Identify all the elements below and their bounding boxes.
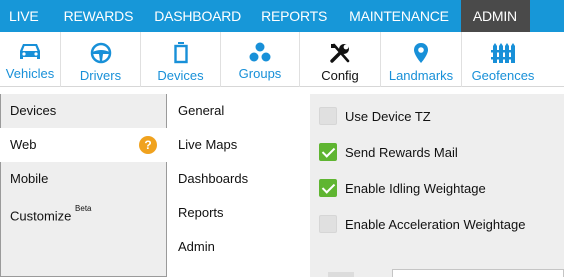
option-label: Enable Idling Weightage <box>345 180 486 196</box>
menu-item-label: Customize <box>10 208 72 224</box>
cutoff-field-label <box>328 272 354 277</box>
option-label: Use Device TZ <box>345 108 431 124</box>
submenu-item-label: Admin <box>178 239 215 254</box>
option-label: Enable Acceleration Weightage <box>345 216 526 232</box>
nav-maintenance[interactable]: MAINTENANCE <box>337 0 461 32</box>
submenu-item-admin[interactable]: Admin <box>167 230 311 264</box>
nav-admin[interactable]: ADMIN <box>460 0 530 32</box>
submenu-item-general[interactable]: General <box>167 94 311 128</box>
send-rewards-mail-checkbox[interactable] <box>319 143 337 161</box>
toolbar-config[interactable]: Config <box>300 32 381 87</box>
submenu-item-reports[interactable]: Reports <box>167 196 311 230</box>
nav-dashboard[interactable]: DASHBOARD <box>144 0 251 32</box>
toolbar-landmarks-label: Landmarks <box>388 68 454 83</box>
map-pin-icon <box>413 42 429 64</box>
submenu-item-dashboards[interactable]: Dashboards <box>167 162 311 196</box>
toolbar-groups-label: Groups <box>238 66 282 81</box>
tools-icon <box>329 42 351 64</box>
submenu-item-live-maps[interactable]: Live Maps <box>167 128 311 162</box>
help-icon[interactable]: ? <box>139 136 157 154</box>
toolbar-vehicles-label: Vehicles <box>5 66 55 81</box>
menu-item-web[interactable]: Web ? <box>0 128 167 162</box>
cutoff-input-field[interactable] <box>392 269 564 277</box>
groups-icon <box>249 42 271 62</box>
config-toolbar: Vehicles Drivers Devices Groups Config L… <box>0 32 564 87</box>
toolbar-drivers[interactable]: Drivers <box>61 32 141 87</box>
submenu-item-label: Dashboards <box>178 171 249 186</box>
nav-rewards[interactable]: REWARDS <box>56 0 145 32</box>
enable-acceleration-weightage-checkbox[interactable] <box>319 215 337 233</box>
toolbar-groups[interactable]: Groups <box>221 32 300 87</box>
settings-category-menu: Devices Web ? Mobile Customize Beta <box>0 94 167 277</box>
toolbar-config-label: Config <box>321 68 359 83</box>
web-settings-submenu: General Live Maps Dashboards Reports Adm… <box>167 94 311 277</box>
submenu-item-label: Live Maps <box>178 137 238 152</box>
steering-wheel-icon <box>90 42 112 64</box>
option-send-rewards-mail: Send Rewards Mail <box>319 142 458 162</box>
general-settings-panel: Use Device TZ Send Rewards Mail Enable I… <box>310 94 564 277</box>
option-use-device-tz: Use Device TZ <box>319 106 431 126</box>
toolbar-devices-label: Devices <box>157 68 204 83</box>
submenu-item-label: General <box>178 103 225 118</box>
fence-icon <box>491 42 515 64</box>
menu-item-mobile[interactable]: Mobile <box>1 162 166 196</box>
beta-badge: Beta <box>75 204 92 213</box>
menu-item-devices[interactable]: Devices <box>1 94 166 128</box>
toolbar-drivers-label: Drivers <box>79 68 122 83</box>
menu-item-label: Web <box>10 137 37 152</box>
toolbar-devices[interactable]: Devices <box>141 32 221 87</box>
enable-idling-weightage-checkbox[interactable] <box>319 179 337 197</box>
toolbar-geofences-label: Geofences <box>471 68 535 83</box>
car-icon <box>18 42 42 62</box>
nav-live[interactable]: LIVE <box>0 0 56 32</box>
option-enable-acceleration-weightage: Enable Acceleration Weightage <box>319 214 525 234</box>
menu-item-customize[interactable]: Customize Beta <box>1 196 166 230</box>
device-icon <box>173 42 188 64</box>
submenu-item-label: Reports <box>178 205 224 220</box>
menu-item-label: Devices <box>10 103 57 118</box>
nav-reports[interactable]: REPORTS <box>251 0 337 32</box>
option-label: Send Rewards Mail <box>345 144 458 160</box>
option-enable-idling-weightage: Enable Idling Weightage <box>319 178 486 198</box>
top-nav: LIVE REWARDS DASHBOARD REPORTS MAINTENAN… <box>0 0 564 32</box>
menu-item-label: Mobile <box>10 171 49 186</box>
toolbar-geofences[interactable]: Geofences <box>462 32 544 87</box>
use-device-tz-checkbox[interactable] <box>319 107 337 125</box>
toolbar-vehicles[interactable]: Vehicles <box>0 32 61 87</box>
toolbar-landmarks[interactable]: Landmarks <box>381 32 462 87</box>
